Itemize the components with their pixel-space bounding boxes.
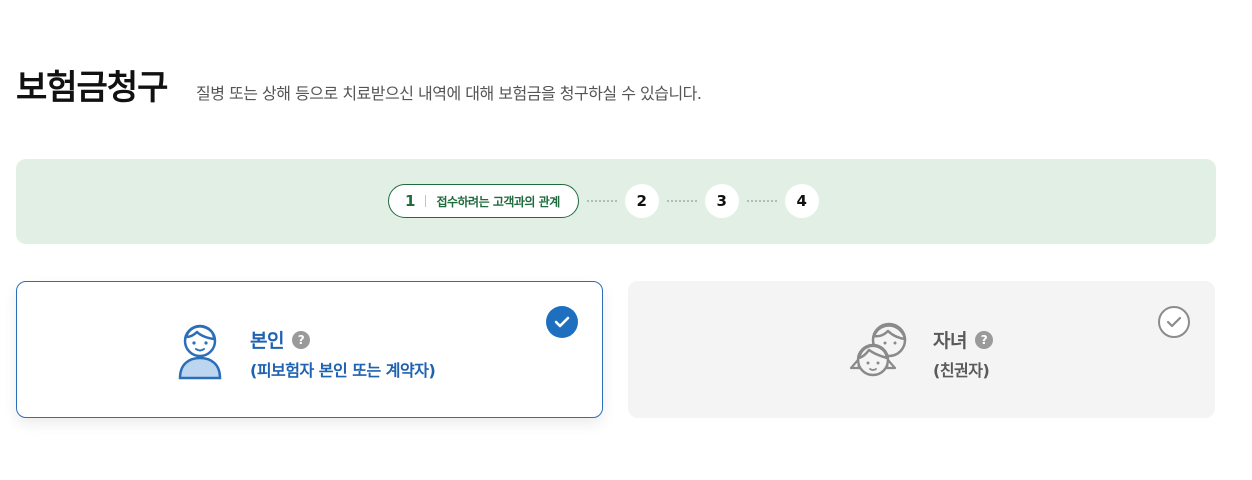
claim-page: 보험금청구 질병 또는 상해 등으로 치료받으신 내역에 대해 보험금을 청구하… xyxy=(0,0,1252,480)
person-icon xyxy=(173,320,227,384)
step-1-current: 1 접수하려는 고객과의 관계 xyxy=(388,184,579,218)
option-self-title: 본인 ? xyxy=(250,326,435,353)
children-icon xyxy=(849,320,915,386)
page-subtitle: 질병 또는 상해 등으로 치료받으신 내역에 대해 보험금을 청구하실 수 있습… xyxy=(196,84,702,103)
step-indicator: 1 접수하려는 고객과의 관계 2 3 4 xyxy=(16,159,1216,244)
checkmark-unselected-icon[interactable] xyxy=(1158,306,1190,338)
option-self-desc: (피보험자 본인 또는 계약자) xyxy=(250,361,436,380)
step-connector xyxy=(666,200,697,202)
step-list: 1 접수하려는 고객과의 관계 2 3 4 xyxy=(388,183,819,219)
step-connector xyxy=(746,200,777,202)
option-child-title: 자녀 ? xyxy=(933,326,993,353)
help-icon[interactable]: ? xyxy=(291,330,310,349)
step-3: 3 xyxy=(704,184,739,218)
option-child-text: 자녀 ? (친권자) xyxy=(933,326,993,381)
option-self-card[interactable]: 본인 ? (피보험자 본인 또는 계약자) xyxy=(16,281,603,418)
option-self-text: 본인 ? (피보험자 본인 또는 계약자) xyxy=(250,326,436,381)
page-title: 보험금청구 xyxy=(16,68,168,108)
help-icon[interactable]: ? xyxy=(974,330,993,349)
option-child-card[interactable]: 자녀 ? (친권자) xyxy=(628,281,1215,418)
option-self-name: 본인 xyxy=(250,330,284,352)
checkmark-selected-icon[interactable] xyxy=(546,306,578,338)
option-child-desc: (친권자) xyxy=(933,361,990,380)
step-1-label: 접수하려는 고객과의 관계 xyxy=(436,194,560,209)
step-2: 2 xyxy=(624,184,659,218)
step-divider xyxy=(425,195,427,207)
option-child-name: 자녀 xyxy=(933,330,967,352)
step-4: 4 xyxy=(784,184,819,218)
step-1-number: 1 xyxy=(405,192,416,210)
step-connector xyxy=(586,200,617,202)
